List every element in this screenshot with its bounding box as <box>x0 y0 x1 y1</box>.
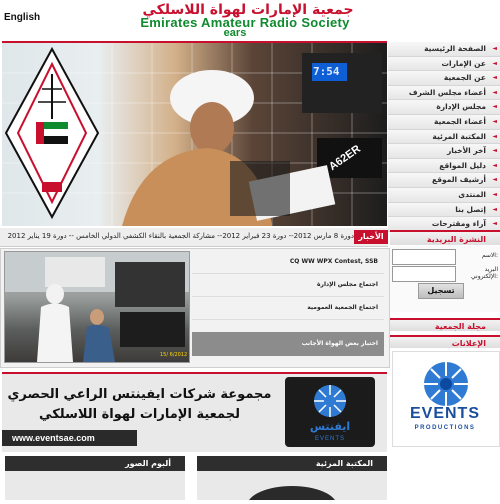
logo-diamond-icon <box>4 46 100 220</box>
nav-item[interactable]: عن الجمعية ◄ <box>388 71 500 86</box>
nav-item-label: آخر الأخبار <box>446 146 486 156</box>
nav-item[interactable]: أرشيف الموقع ◄ <box>388 173 500 188</box>
video-library-panel <box>197 471 387 504</box>
video-library-heading[interactable]: المكتبة المرئية <box>197 456 387 471</box>
nav-item[interactable]: مجلس الإدارة ◄ <box>388 100 500 115</box>
nav-item[interactable]: المنتدى ◄ <box>388 187 500 203</box>
events-burst-icon <box>424 362 468 406</box>
sponsor-line-2: لجمعية الإمارات لهواة اللاسلكي <box>39 407 240 422</box>
nav-arrow-icon: ◄ <box>492 147 497 155</box>
sponsor-logo-text-ar: ايفنتس <box>309 420 351 433</box>
nav-item[interactable]: أعضاء مجلس الشرف ◄ <box>388 85 500 101</box>
news-ticker-label: الأخبار <box>354 230 388 244</box>
news-link-item[interactable]: اجتماع مجلس الإدارة <box>192 274 384 297</box>
sponsor-url-link[interactable]: www.eventsae.com <box>2 430 137 446</box>
nav-item-label: إتصل بنا <box>455 204 486 214</box>
nav-item[interactable]: إتصل بنا ◄ <box>388 202 500 218</box>
events-ad-brand: EVENTS <box>409 405 480 422</box>
ads-heading: الإعلانات <box>390 335 500 348</box>
newsletter-heading: النشرة البريدية <box>390 230 500 245</box>
nav-arrow-icon: ◄ <box>492 190 497 198</box>
nav-arrow-icon: ◄ <box>492 74 497 82</box>
nav-item-label: الصفحة الرئيسية <box>424 44 486 53</box>
news-link-item[interactable]: اجتماع الجمعية العمومية <box>192 297 384 320</box>
nav-item[interactable]: الصفحة الرئيسية ◄ <box>388 42 500 57</box>
language-switch-link[interactable]: English <box>4 12 40 23</box>
events-ad-banner[interactable] <box>392 351 500 447</box>
sponsor-logo-text-en: EVENTS <box>314 436 345 442</box>
nav-item-label: أعضاء الجمعية <box>433 116 486 126</box>
nav-item-label: أرشيف الموقع <box>431 175 486 185</box>
news-photo-illustration <box>5 252 189 362</box>
magazine-heading-link[interactable]: مجلة الجمعية <box>390 318 500 331</box>
nav-item[interactable]: المكتبة المرئية ◄ <box>388 129 500 145</box>
nav-arrow-icon: ◄ <box>492 132 497 140</box>
nav-arrow-icon: ◄ <box>492 205 497 213</box>
sponsor-line-1: مجموعة شركات ايفينتس الراعي الحصري <box>7 387 272 402</box>
photo-album-heading[interactable]: ألبوم الصور <box>5 456 185 471</box>
newsletter-email-input[interactable] <box>392 266 456 282</box>
newsletter-subscribe-button[interactable]: تسجيل <box>418 283 464 299</box>
news-ticker-text[interactable]: دورة 8 مارس 2012-- دورة 23 فبراير 2012--… <box>2 232 354 240</box>
nav-arrow-icon: ◄ <box>492 103 497 111</box>
nav-item-label: أعضاء مجلس الشرف <box>408 87 486 97</box>
nav-arrow-icon: ◄ <box>492 88 497 96</box>
newsletter-name-label: الاسم: <box>481 252 498 259</box>
news-photo-date: 15/ 6/2012 <box>160 352 188 358</box>
nav-arrow-icon: ◄ <box>492 220 497 228</box>
nav-item[interactable]: أعضاء الجمعية ◄ <box>388 114 500 130</box>
nav-item-label: آراء ومقترحات <box>431 219 486 229</box>
nav-item-label: عن الإمارات <box>441 58 486 68</box>
newsletter-email-label: البريد الإلكتروني: <box>471 266 498 280</box>
video-thumbnail <box>247 486 337 504</box>
society-logo <box>2 44 102 222</box>
news-link-item[interactable]: CQ WW WPX Contest, SSB <box>192 251 384 274</box>
nav-item-label: المنتدى <box>458 189 486 199</box>
nav-item[interactable]: عن الإمارات ◄ <box>388 56 500 72</box>
nav-item-label: مجلس الإدارة <box>436 102 486 112</box>
newsletter-name-input[interactable] <box>392 249 456 265</box>
news-featured-item[interactable]: اختبار بعض الهواة الأجانب <box>192 332 384 356</box>
main-navigation: الصفحة الرئيسية ◄ عن الإمارات ◄ عن الجمعية ◄ أ… <box>388 42 500 232</box>
nav-arrow-icon: ◄ <box>492 176 497 184</box>
nav-arrow-icon: ◄ <box>492 161 497 169</box>
nav-arrow-icon: ◄ <box>492 45 497 52</box>
site-title-acronym: ears <box>223 27 247 39</box>
nav-arrow-icon: ◄ <box>492 117 497 125</box>
nav-item[interactable]: آخر الأخبار ◄ <box>388 144 500 159</box>
news-photo[interactable] <box>4 251 190 363</box>
photo-album-panel <box>5 471 185 500</box>
nav-item[interactable]: دليل المواقع ◄ <box>388 158 500 174</box>
news-links-list: CQ WW WPX Contest, SSB اجتماع مجلس الإدار… <box>192 251 384 320</box>
nav-arrow-icon: ◄ <box>492 59 497 67</box>
nav-item-label: المكتبة المرئية <box>432 131 486 141</box>
nav-item-label: عن الجمعية <box>443 73 486 83</box>
nav-item-label: دليل المواقع <box>439 160 486 170</box>
radio-display-readout: 7:54 <box>313 65 340 78</box>
events-ad-sub: PRODUCTIONS <box>414 425 476 431</box>
